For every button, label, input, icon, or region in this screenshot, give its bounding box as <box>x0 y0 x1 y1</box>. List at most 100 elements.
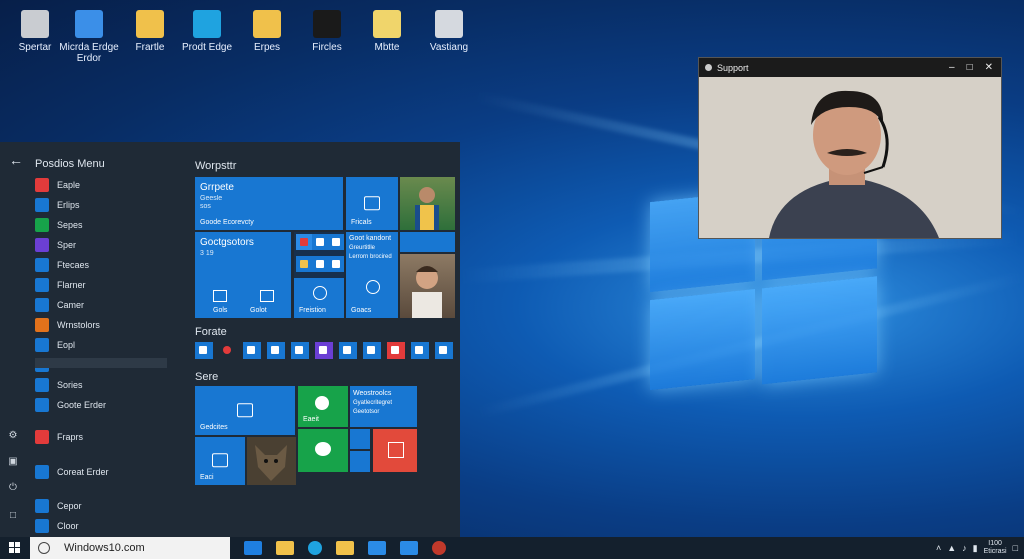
mail-icon[interactable] <box>400 541 418 555</box>
photo-tile-person[interactable] <box>400 254 455 318</box>
app-icon <box>35 218 49 232</box>
tile-label: Goode Ecorevcty <box>200 219 254 226</box>
photo-tile-dog[interactable] <box>247 437 296 485</box>
start-menu-title: Posdios Menu <box>35 158 105 170</box>
start-menu: ← Posdios Menu Eaple Erlips Sepes Sper Fteca… <box>0 142 460 537</box>
tile-small[interactable]: Freistion <box>294 278 344 318</box>
tile-small[interactable] <box>400 232 455 252</box>
app-list-item[interactable]: Sepes <box>35 217 83 233</box>
app-label: Ftecaes <box>57 260 90 270</box>
edge-browser-icon[interactable] <box>308 541 322 555</box>
gamepad-icon[interactable]: ▣ <box>6 456 20 467</box>
app-list-item[interactable]: Sper <box>35 237 76 253</box>
settings-icon[interactable]: ⚙ <box>6 430 20 441</box>
app-list-item[interactable]: Fraprs <box>35 429 83 445</box>
minimize-button[interactable]: – <box>949 62 955 73</box>
app-list-item[interactable]: Eopl <box>35 337 75 353</box>
start-button[interactable] <box>0 537 30 559</box>
notification-icon[interactable]: □ <box>1013 543 1018 553</box>
pinned-app-tile[interactable] <box>363 342 381 359</box>
app-glyph-icon <box>271 346 279 354</box>
store-icon[interactable] <box>368 541 386 555</box>
tile-mail[interactable]: Eaci <box>195 437 245 485</box>
app-icon <box>35 198 49 212</box>
tile-subtitle: Geetotsor <box>353 409 380 415</box>
maximize-button[interactable]: □ <box>967 62 973 73</box>
dog-photo <box>255 445 287 481</box>
taskbar-search-box[interactable]: Windows10.com <box>30 537 230 559</box>
tile-label: Freistion <box>299 307 326 314</box>
photo-tile-person[interactable] <box>400 177 455 230</box>
app-list-item[interactable]: Camer <box>35 297 84 313</box>
clock[interactable]: I100 Eticrasi <box>984 540 1007 556</box>
app-glyph-icon <box>367 346 375 354</box>
chevron-up-icon[interactable]: ˄ <box>936 543 941 553</box>
mini-tile[interactable] <box>296 256 312 272</box>
taskview-icon[interactable] <box>244 541 262 555</box>
mini-tile[interactable] <box>296 234 312 250</box>
desktop-icon-glyph <box>253 10 281 38</box>
tile-label: Gedcites <box>200 424 228 431</box>
tile-share[interactable]: Fricals <box>346 177 398 230</box>
app-label: Eopl <box>57 340 76 350</box>
tile-xbox[interactable]: Eaeit <box>298 386 348 427</box>
tile-medium[interactable]: Goot kandont Greurtitlle Lerrorn brocire… <box>346 232 398 318</box>
mini-tile[interactable] <box>312 234 328 250</box>
mini-tile[interactable] <box>312 256 328 272</box>
tile-store[interactable] <box>373 429 417 472</box>
document-icon[interactable]: □ <box>6 510 20 521</box>
tile-section-title: Sere <box>195 371 219 383</box>
tile-large[interactable]: Grrpete Geesle sos Goode Ecorevcty <box>195 177 343 230</box>
pinned-app-tile[interactable] <box>267 342 285 359</box>
app-list-item[interactable]: Erlips <box>35 197 80 213</box>
desktop-icon[interactable]: Vastiang <box>414 10 484 53</box>
mini-tile[interactable] <box>328 256 344 272</box>
tile-subtitle: sos <box>200 203 211 210</box>
app-label: Sper <box>57 240 77 250</box>
file-explorer-icon[interactable] <box>276 541 294 555</box>
record-icon[interactable] <box>432 541 446 555</box>
tile-tiny[interactable] <box>350 429 370 449</box>
tile-wide[interactable]: Gedcites <box>195 386 295 435</box>
pinned-app-tile[interactable] <box>387 342 405 359</box>
battery-icon[interactable]: ▮ <box>973 543 978 554</box>
pinned-app-tile[interactable] <box>219 342 237 359</box>
app-icon <box>35 499 49 513</box>
back-arrow-icon[interactable]: ← <box>9 152 23 168</box>
tile-messaging[interactable] <box>298 429 348 472</box>
pinned-app-tile[interactable] <box>435 342 453 359</box>
volume-icon[interactable]: ♪ <box>962 543 967 553</box>
pinned-app-tile[interactable] <box>339 342 357 359</box>
app-glyph-icon <box>439 346 447 354</box>
pinned-app-tile[interactable] <box>291 342 309 359</box>
desktop-icon[interactable]: Mbtte <box>352 10 422 53</box>
mini-tile[interactable] <box>328 234 344 250</box>
app-list-item[interactable]: Wrnstolors <box>35 317 100 333</box>
mini-tile-grid: Freistion <box>294 232 344 318</box>
tile-medium[interactable]: Weostroolcs Gyatlecritegret Geetotsor <box>350 386 417 427</box>
desktop-icon-glyph <box>435 10 463 38</box>
tile-medium[interactable]: Goctgsotors 3 19 Gols Golot <box>195 232 291 318</box>
app-list-item[interactable]: Ftecaes <box>35 257 89 273</box>
tile-tiny[interactable] <box>350 451 370 472</box>
power-icon[interactable]: ⏻ <box>6 482 20 493</box>
system-tray: ˄ ▲ ♪ ▮ I100 Eticrasi □ <box>936 537 1018 559</box>
desktop-icon[interactable]: Micrda Erdge Erdor <box>54 10 124 64</box>
app-list-item[interactable]: Coreat Erder <box>35 464 109 480</box>
tile-section-title: Forate <box>195 326 227 338</box>
pinned-app-tile[interactable] <box>411 342 429 359</box>
pinned-app-tile[interactable] <box>243 342 261 359</box>
close-button[interactable]: ✕ <box>985 62 993 73</box>
app-list-item[interactable]: Cloor <box>35 518 79 534</box>
app-list-item[interactable]: Goote Erder <box>35 397 106 413</box>
pinned-app-tile[interactable] <box>315 342 333 359</box>
folder-icon[interactable] <box>336 541 354 555</box>
pinned-app-tile[interactable] <box>195 342 213 359</box>
search-text: Windows10.com <box>64 542 145 554</box>
app-list-item[interactable]: Eaple <box>35 177 80 193</box>
network-icon[interactable]: ▲ <box>947 543 956 553</box>
app-list-item[interactable]: Flarner <box>35 277 86 293</box>
app-list-item[interactable]: Sories <box>35 377 83 393</box>
tile-title: Goctgsotors <box>200 237 254 248</box>
app-list-item[interactable]: Cepor <box>35 498 82 514</box>
